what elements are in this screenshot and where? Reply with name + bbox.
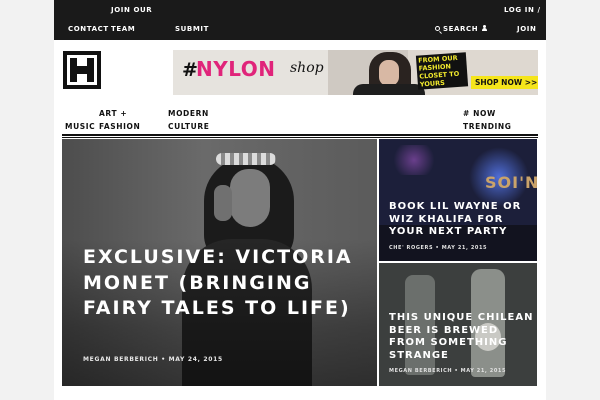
featured-story[interactable]: EXCLUSIVE: VICTORIA MONET (BRINGING FAIR… — [62, 139, 377, 386]
card-photo-stage-light — [389, 145, 439, 175]
logo-h-mark — [70, 58, 94, 82]
submit-link[interactable]: SUBMIT — [175, 25, 209, 34]
nav-item-modern-culture-line1[interactable]: MODERN — [168, 108, 209, 120]
featured-headline[interactable]: EXCLUSIVE: VICTORIA MONET (BRINGING FAIR… — [83, 245, 363, 322]
logo-frame — [67, 55, 97, 85]
featured-byline: MEGAN BERBERICH • MAY 24, 2015 — [83, 356, 223, 363]
nav-item-music[interactable]: MUSIC — [65, 121, 95, 133]
left-gutter — [0, 0, 54, 400]
featured-photo-face — [230, 169, 270, 227]
shop-now-button[interactable]: SHOP NOW >> — [471, 76, 538, 89]
story-card-byline: CHE' ROGERS • MAY 21, 2015 — [389, 245, 488, 251]
nav-item-art-fashion-line1[interactable]: ART + — [99, 108, 127, 120]
nav-divider-thick — [62, 134, 538, 136]
nav-item-now-trending-line1[interactable]: # NOW — [463, 108, 496, 120]
story-card-title[interactable]: BOOK LIL WAYNE OR WIZ KHALIFA FOR YOUR N… — [389, 201, 534, 239]
story-card-title[interactable]: THIS UNIQUE CHILEAN BEER IS BREWED FROM … — [389, 312, 534, 362]
banner-model-body — [353, 84, 425, 95]
join-our-team-link-line2[interactable]: TEAM — [111, 25, 135, 34]
story-card[interactable]: THIS UNIQUE CHILEAN BEER IS BREWED FROM … — [379, 263, 537, 386]
banner-model-face — [379, 60, 399, 86]
banner-shop-script: shop — [290, 60, 324, 76]
user-icon[interactable] — [481, 24, 488, 33]
nav-item-art-fashion-line2[interactable]: FASHION — [99, 121, 140, 133]
login-link[interactable]: LOG IN / — [504, 6, 541, 15]
right-gutter — [546, 0, 600, 400]
user-icon-body — [482, 28, 487, 31]
nav-divider-thin — [62, 137, 538, 138]
join-link[interactable]: JOIN — [517, 25, 536, 34]
featured-photo-hand — [214, 185, 232, 221]
search-label: SEARCH — [443, 25, 479, 33]
nav-item-modern-culture-line2[interactable]: CULTURE — [168, 121, 209, 133]
contact-link[interactable]: CONTACT — [68, 25, 109, 34]
banner-brand: NYLON — [196, 57, 276, 81]
featured-photo-flower-crown — [216, 153, 276, 165]
search-icon — [435, 26, 440, 31]
top-bar: CONTACT JOIN OUR TEAM SUBMIT SEARCH LOG … — [54, 0, 546, 40]
story-card[interactable]: SOI'N BOOK LIL WAYNE OR WIZ KHALIFA FOR … — [379, 139, 537, 261]
card-photo-sign: SOI'N — [485, 173, 537, 192]
story-card-byline: MEGAN BERBERICH • MAY 21, 2015 — [389, 368, 507, 374]
nylon-shop-banner-ad[interactable]: # NYLON shop FROM OUR FASHION CLOSET TO … — [173, 50, 538, 95]
join-our-team-link-line1[interactable]: JOIN OUR — [111, 6, 152, 15]
page: CONTACT JOIN OUR TEAM SUBMIT SEARCH LOG … — [0, 0, 600, 400]
nav-item-now-trending-line2[interactable]: TRENDING — [463, 121, 512, 133]
banner-tagline: FROM OUR FASHION CLOSET TO YOURS — [415, 52, 469, 90]
site-logo[interactable] — [63, 51, 101, 89]
search-button[interactable]: SEARCH — [435, 25, 478, 34]
